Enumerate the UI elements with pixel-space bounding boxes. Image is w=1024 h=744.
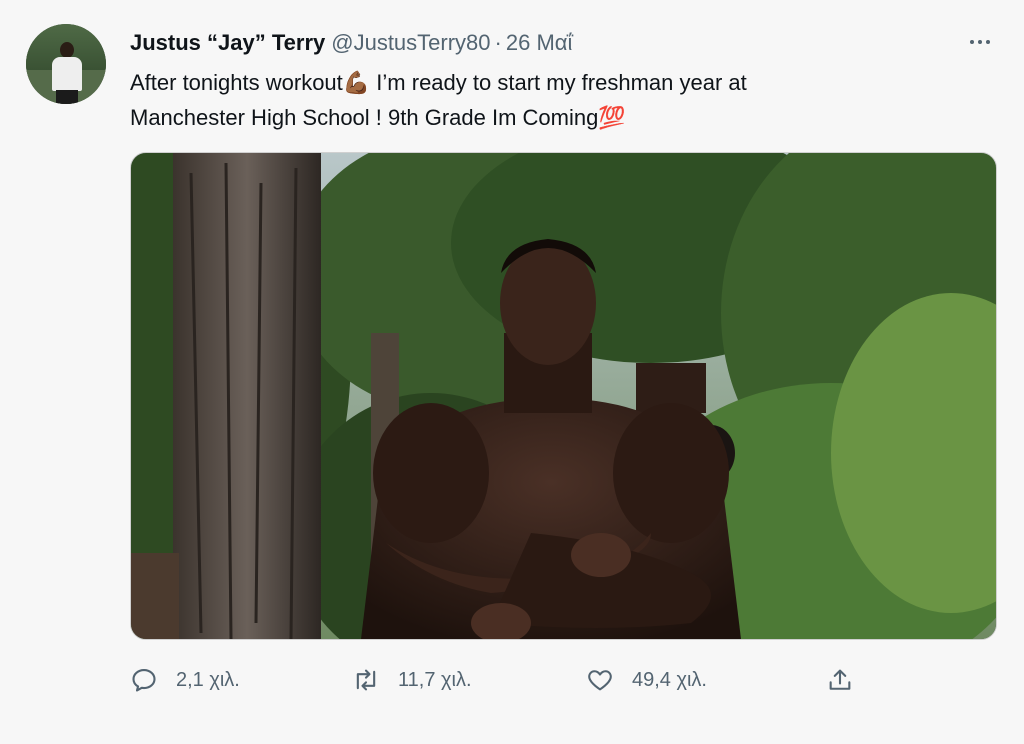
avatar[interactable]: [26, 24, 106, 104]
retweet-button[interactable]: 11,7 χιλ.: [352, 660, 472, 700]
photo-illustration: [131, 153, 996, 639]
tweet-text-part: Manchester High School ! 9th Grade Im Co…: [130, 105, 599, 130]
user-handle[interactable]: @JustusTerry80: [331, 30, 490, 56]
display-name[interactable]: Justus “Jay” Terry: [130, 30, 325, 56]
avatar-shirt: [52, 57, 82, 91]
like-button[interactable]: 49,4 χιλ.: [586, 660, 707, 700]
tweet-card[interactable]: Justus “Jay” Terry @JustusTerry80 · 26 Μ…: [0, 0, 1024, 744]
reply-icon: [132, 669, 156, 692]
tweet-header: Justus “Jay” Terry @JustusTerry80 · 26 Μ…: [130, 28, 572, 58]
retweet-icon: [356, 669, 376, 691]
reply-button[interactable]: 2,1 χιλ.: [130, 660, 240, 700]
separator-dot: ·: [494, 30, 502, 55]
retweet-count: 11,7 χιλ.: [398, 668, 472, 691]
heart-icon: [588, 670, 612, 691]
reply-count: 2,1 χιλ.: [176, 668, 240, 691]
share-icon: [829, 669, 851, 690]
tweet-date[interactable]: 26 Μαΐ: [506, 30, 573, 56]
tweet-text-part: I’m ready to start my freshman year at: [370, 70, 747, 95]
more-options-icon[interactable]: [962, 28, 998, 56]
flexed-biceps-emoji: 💪🏾: [342, 71, 371, 96]
tweet-text-line-2: Manchester High School ! 9th Grade Im Co…: [130, 101, 930, 136]
avatar-head: [60, 42, 74, 58]
share-button[interactable]: [826, 660, 854, 700]
like-count: 49,4 χιλ.: [632, 668, 707, 691]
tweet-photo[interactable]: [130, 152, 997, 640]
tweet-text-line-1: After tonights workout💪🏾 I’m ready to st…: [130, 66, 930, 101]
tweet-actions: 2,1 χιλ. 11,7 χιλ. 49,4 χιλ.: [130, 660, 870, 700]
hundred-points-emoji: 💯: [598, 106, 626, 131]
tweet-text-part: After tonights workout: [130, 70, 343, 95]
avatar-legs: [56, 90, 78, 104]
tweet-text: After tonights workout💪🏾 I’m ready to st…: [130, 66, 930, 136]
